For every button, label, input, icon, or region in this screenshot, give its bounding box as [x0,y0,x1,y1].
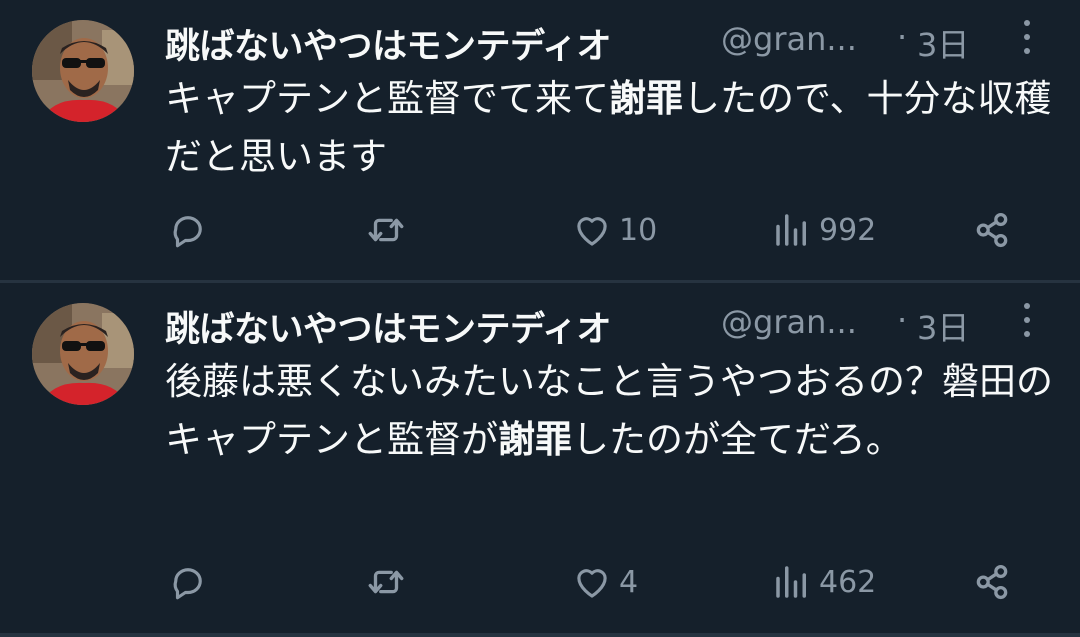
retweet-icon [368,570,404,594]
tweet-text-part: キャプテンと監督でて来て [165,77,609,120]
display-name[interactable]: 跳ばないやつはモンテディオ [165,18,612,69]
views-icon [776,214,806,246]
tweet-text: キャプテンと監督でて来て謝罪したので、十分な収穫だと思います [165,70,1055,186]
tweet-text: 後藤は悪くないみたいなこと言うやつおるの？磐田のキャプテンと監督が謝罪したのが全… [165,353,1055,469]
display-name[interactable]: 跳ばないやつはモンテディオ [165,301,612,352]
timestamp[interactable]: 3日 [917,20,969,66]
tweet-text-bold: 謝罪 [609,77,683,120]
like-icon [577,569,607,598]
more-icon[interactable] [1015,18,1039,58]
like-count: 10 [619,212,658,248]
tweet-header: 跳ばないやつはモンテディオ @gran... · 3日 [165,297,1045,352]
tweet-actions: 4 462 [165,557,1045,607]
avatar[interactable] [32,303,134,405]
share-button[interactable] [971,205,1013,255]
separator-dot: · [897,301,908,339]
more-icon[interactable] [1015,301,1039,341]
tweet-actions: 10 992 [165,205,1045,255]
retweet-button[interactable] [365,205,413,255]
like-button[interactable]: 10 [571,205,657,255]
like-button[interactable]: 4 [571,557,638,607]
timestamp[interactable]: 3日 [917,303,969,349]
share-button[interactable] [971,557,1013,607]
reply-icon [173,216,202,248]
views-button[interactable]: 992 [771,205,876,255]
views-count: 992 [819,212,877,248]
divider [0,633,1080,637]
views-icon [776,566,806,598]
user-handle[interactable]: @gran... [721,303,857,341]
views-button[interactable]: 462 [771,557,876,607]
reply-icon [173,568,202,600]
share-icon [976,564,1008,600]
tweet-header: 跳ばないやつはモンテディオ @gran... · 3日 [165,14,1045,69]
tweet-text-bold: 謝罪 [498,418,572,461]
views-count: 462 [819,564,877,600]
separator-dot: · [897,18,908,56]
like-count: 4 [619,564,639,600]
share-icon [976,212,1008,248]
reply-button[interactable] [167,557,215,607]
tweet[interactable]: 跳ばないやつはモンテディオ @gran... · 3日 キャプテンと監督でて来て… [0,0,1080,280]
avatar[interactable] [32,20,134,122]
retweet-button[interactable] [365,557,413,607]
retweet-icon [368,218,404,242]
like-icon [577,217,607,246]
reply-button[interactable] [167,205,215,255]
tweet-text-part: したのが全てだろ。 [572,418,903,461]
tweet[interactable]: 跳ばないやつはモンテディオ @gran... · 3日 後藤は悪くないみたいなこ… [0,283,1080,633]
user-handle[interactable]: @gran... [721,20,857,58]
